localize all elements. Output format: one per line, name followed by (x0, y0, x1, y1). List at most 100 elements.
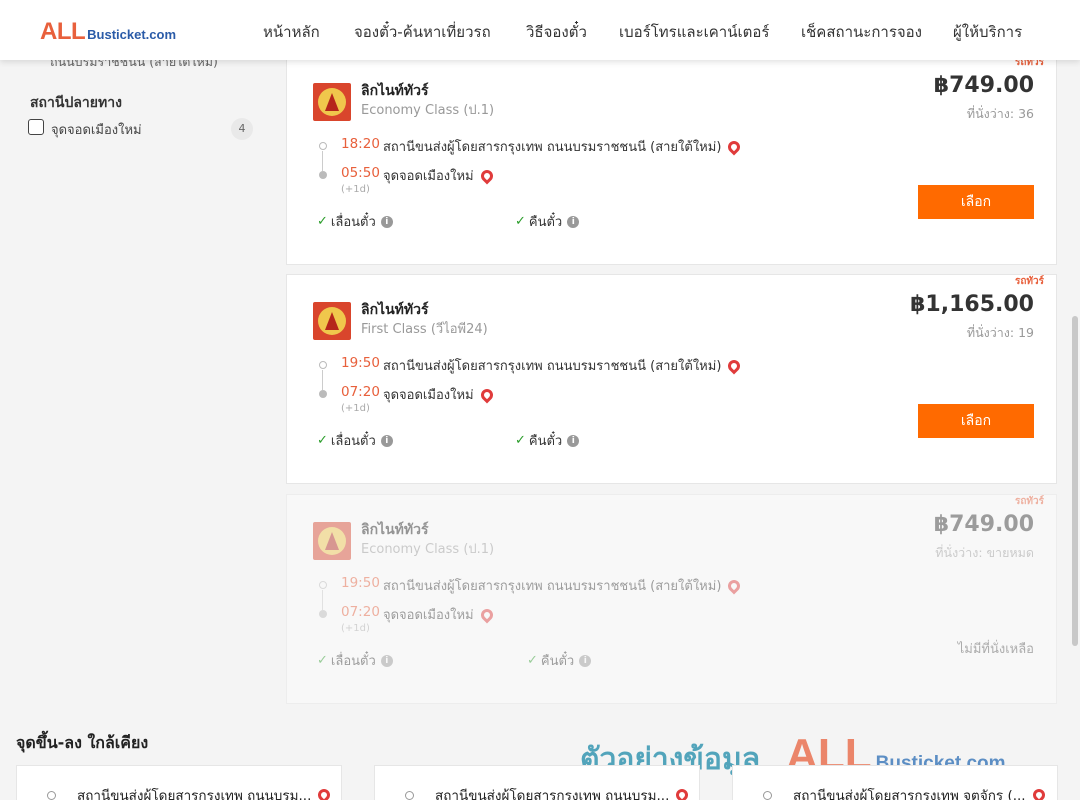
info-icon[interactable]: i (579, 654, 592, 667)
destination-option-count: 4 (231, 118, 253, 140)
route-line (322, 151, 323, 171)
info-icon[interactable]: i (567, 434, 580, 447)
arrival-place-text: จุดจอดเมืองใหม่ (383, 169, 474, 184)
check-icon: ✓ (317, 214, 328, 229)
arrival-place-text: จุดจอดเมืองใหม่ (383, 608, 474, 623)
trip-card-sold-out: รถทัวร์ ลิกไนท์ทัวร์ Economy Class (ป.1)… (286, 494, 1057, 704)
departure-time: 19:50 (341, 575, 380, 591)
reschedule-feature: ✓ เลื่อนตั๋ว i (317, 430, 393, 451)
map-pin-icon[interactable] (1030, 786, 1048, 800)
nav-contacts[interactable]: เบอร์โทรและเคาน์เตอร์ (619, 20, 769, 44)
stop-dot-icon (763, 791, 772, 800)
nearby-stop: สถานีขนส่งผู้โดยสารกรุงเทพ ถนนบรม... (77, 784, 333, 800)
trip-price: ฿1,165.00 (910, 292, 1034, 317)
info-icon[interactable]: i (380, 654, 393, 667)
departure-time: 19:50 (341, 355, 380, 371)
next-day-indicator: (+1d) (341, 623, 370, 634)
arrival-time: 05:50 (341, 165, 380, 181)
departure-dot-icon (319, 361, 327, 369)
seats-available: ที่นั่งว่าง: 19 (966, 325, 1034, 340)
arrival-place: จุดจอดเมืองใหม่ (383, 384, 496, 405)
bus-type-tag: รถทัวร์ (1014, 276, 1044, 287)
nearby-stop: สถานีขนส่งผู้โดยสารกรุงเทพ ถนนบรม... (435, 784, 691, 800)
arrival-dot-icon (319, 610, 327, 618)
sold-out-status: ไม่มีที่นั่งเหลือ (957, 642, 1034, 657)
map-pin-icon[interactable] (478, 386, 496, 403)
check-icon: ✓ (515, 433, 526, 448)
info-icon[interactable]: i (380, 434, 393, 447)
refund-feature: ✓ คืนตั๋ว i (527, 650, 592, 671)
arrival-dot-icon (319, 171, 327, 179)
arrival-place: จุดจอดเมืองใหม่ (383, 165, 496, 186)
reschedule-label: เลื่อนตั๋ว (330, 215, 376, 230)
next-day-indicator: (+1d) (341, 403, 370, 414)
refund-feature: ✓ คืนตั๋ว i (515, 430, 580, 451)
arrival-place: จุดจอดเมืองใหม่ (383, 604, 496, 625)
route-line (322, 590, 323, 610)
departure-dot-icon (319, 142, 327, 150)
seats-available: ที่นั่งว่าง: ขายหมด (935, 545, 1034, 560)
refund-label: คืนตั๋ว (528, 434, 563, 449)
departure-place: สถานีขนส่งผู้โดยสารกรุงเทพ ถนนบรมราชชนนี… (383, 575, 743, 596)
operator-logo (313, 522, 351, 560)
arrival-time: 07:20 (341, 384, 380, 400)
map-pin-icon[interactable] (725, 577, 743, 594)
operator-logo (313, 302, 351, 340)
departure-dot-icon (319, 581, 327, 589)
bus-class: First Class (วีไอพี24) (361, 322, 488, 337)
departure-time: 18:20 (341, 136, 380, 152)
nav-home[interactable]: หน้าหลัก (263, 20, 320, 44)
map-pin-icon[interactable] (673, 786, 691, 800)
destination-option-label[interactable]: จุดจอดเมืองใหม่ (51, 119, 142, 140)
arrival-place-text: จุดจอดเมืองใหม่ (383, 388, 474, 403)
check-icon: ✓ (317, 653, 328, 668)
reschedule-feature: ✓ เลื่อนตั๋ว i (317, 211, 393, 232)
nearby-stop-card[interactable]: สถานีขนส่งผู้โดยสารกรุงเทพ ถนนบรม... (374, 765, 700, 800)
nearby-stop-card[interactable]: สถานีขนส่งผู้โดยสารกรุงเทพ ถนนบรม... (16, 765, 342, 800)
nav-book-search[interactable]: จองตั๋ว-ค้นหาเที่ยวรถ (354, 20, 491, 44)
site-header: ALL Busticket.com หน้าหลัก จองตั๋ว-ค้นหา… (0, 0, 1080, 60)
info-icon[interactable]: i (567, 215, 580, 228)
map-pin-icon[interactable] (478, 606, 496, 623)
bus-type-tag: รถทัวร์ (1014, 496, 1044, 507)
nearby-stop-name: สถานีขนส่งผู้โดยสารกรุงเทพ ถนนบรม... (77, 788, 312, 800)
map-pin-icon[interactable] (725, 138, 743, 155)
seats-available: ที่นั่งว่าง: 36 (966, 106, 1034, 121)
bus-class: Economy Class (ป.1) (361, 103, 495, 118)
next-day-indicator: (+1d) (341, 184, 370, 195)
trip-price: ฿749.00 (933, 512, 1034, 537)
destination-checkbox[interactable] (28, 119, 44, 135)
departure-place-text: สถานีขนส่งผู้โดยสารกรุงเทพ ถนนบรมราชชนนี… (383, 140, 722, 155)
bus-class: Economy Class (ป.1) (361, 542, 495, 557)
destination-filter-title: สถานีปลายทาง (30, 95, 122, 111)
nav-providers[interactable]: ผู้ให้บริการ (953, 20, 1022, 44)
trip-card: รถทัวร์ ลิกไนท์ทัวร์ First Class (วีไอพี… (286, 274, 1057, 484)
reschedule-label: เลื่อนตั๋ว (330, 654, 376, 669)
stop-dot-icon (405, 791, 414, 800)
departure-place: สถานีขนส่งผู้โดยสารกรุงเทพ ถนนบรมราชชนนี… (383, 136, 743, 157)
departure-place: สถานีขนส่งผู้โดยสารกรุงเทพ ถนนบรมราชชนนี… (383, 355, 743, 376)
reschedule-feature: ✓ เลื่อนตั๋ว i (317, 650, 393, 671)
operator-logo (313, 83, 351, 121)
check-icon: ✓ (527, 653, 538, 668)
select-trip-button[interactable]: เลือก (918, 185, 1034, 219)
map-pin-icon[interactable] (315, 786, 333, 800)
map-pin-icon[interactable] (478, 167, 496, 184)
select-trip-button[interactable]: เลือก (918, 404, 1034, 438)
page-scrollbar[interactable] (1072, 316, 1078, 646)
stop-dot-icon (47, 791, 56, 800)
trip-price: ฿749.00 (933, 73, 1034, 98)
reschedule-label: เลื่อนตั๋ว (330, 434, 376, 449)
refund-label: คืนตั๋ว (540, 654, 575, 669)
refund-label: คืนตั๋ว (528, 215, 563, 230)
check-icon: ✓ (317, 433, 328, 448)
info-icon[interactable]: i (380, 215, 393, 228)
nearby-stop-card[interactable]: สถานีขนส่งผู้โดยสารกรุงเทพ จตุจักร (... (732, 765, 1058, 800)
arrival-dot-icon (319, 390, 327, 398)
nearby-stops-title: จุดขึ้น-ลง ใกล้เคียง (16, 733, 149, 752)
nav-check-status[interactable]: เช็คสถานะการจอง (801, 20, 922, 44)
nearby-stop: สถานีขนส่งผู้โดยสารกรุงเทพ จตุจักร (... (793, 784, 1048, 800)
nearby-stop-name: สถานีขนส่งผู้โดยสารกรุงเทพ จตุจักร (... (793, 788, 1026, 800)
map-pin-icon[interactable] (725, 357, 743, 374)
nav-how-to-book[interactable]: วิธีจองตั๋ว (526, 20, 587, 44)
